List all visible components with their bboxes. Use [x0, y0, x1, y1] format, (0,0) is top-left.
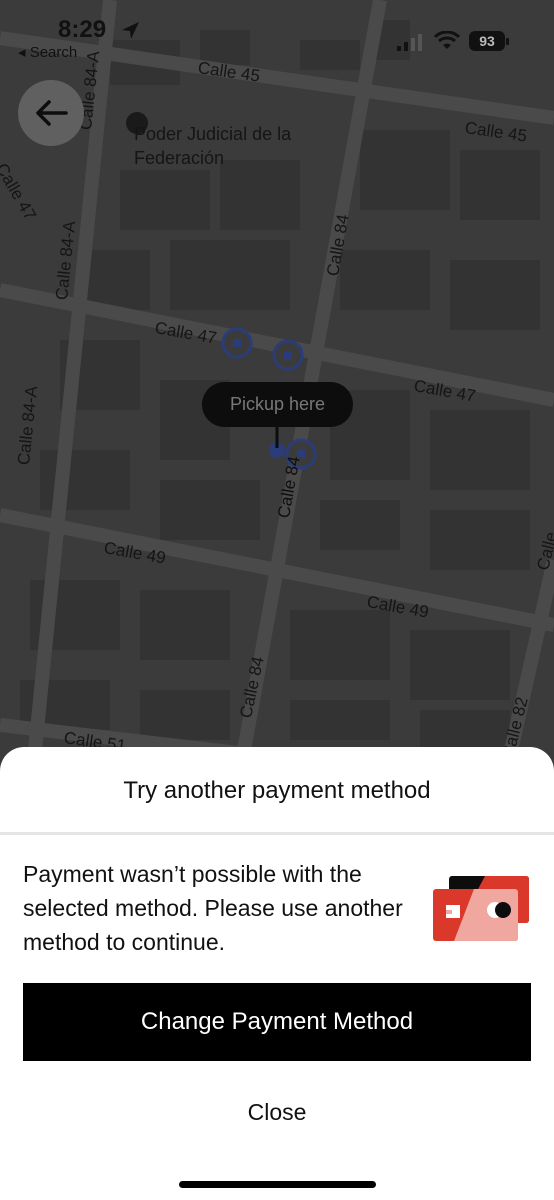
- home-indicator[interactable]: [179, 1181, 376, 1188]
- close-button[interactable]: Close: [0, 1087, 554, 1137]
- poi-marker[interactable]: Poder Judicial de la Federación: [124, 122, 304, 170]
- battery-indicator: 93: [469, 31, 505, 51]
- pickup-callout[interactable]: Pickup here: [202, 382, 353, 427]
- signal-icon: [397, 34, 422, 51]
- arrow-left-icon: [36, 100, 68, 126]
- payment-error-message: Payment wasn’t possible with the selecte…: [23, 861, 403, 955]
- battery-tip: [506, 38, 509, 45]
- payment-bottom-sheet: Try another payment method Payment wasn’…: [0, 747, 554, 1200]
- sheet-divider: [0, 832, 554, 835]
- wifi-icon: [434, 31, 460, 49]
- back-button[interactable]: [18, 80, 84, 146]
- status-bar: 8:29 ◂ Search 93: [0, 0, 554, 70]
- sheet-title: Try another payment method: [123, 777, 431, 804]
- back-to-app-link[interactable]: ◂ Search: [18, 43, 77, 61]
- change-payment-method-button[interactable]: Change Payment Method: [23, 983, 531, 1061]
- location-arrow-icon: [122, 22, 139, 39]
- payment-cards-icon: [433, 876, 529, 941]
- status-time: 8:29: [58, 16, 107, 43]
- poi-label: Poder Judicial de la Federación: [134, 124, 292, 168]
